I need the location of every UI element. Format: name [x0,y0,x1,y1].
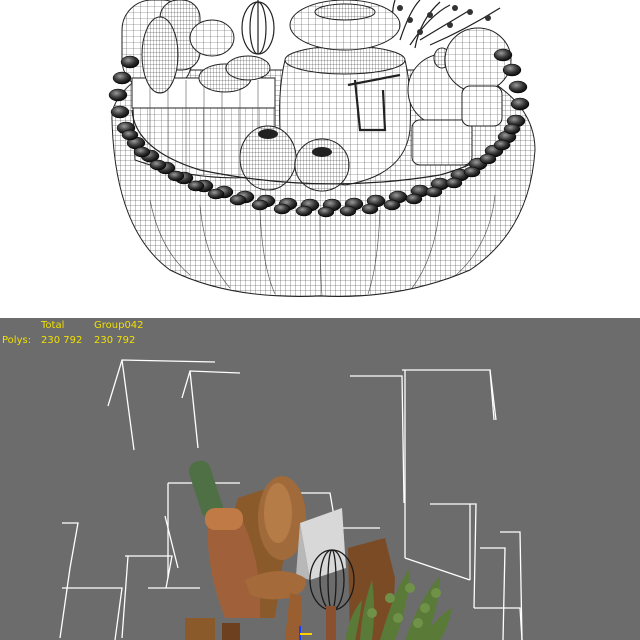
stats-header-total: Total [41,320,65,331]
rolling-pin [188,460,261,618]
stats-label-polys: Polys: [2,335,32,346]
wireframe-basket-image [108,0,536,297]
stats-polys-total: 230 792 [41,335,83,346]
wireframe-render [0,0,640,318]
stats-polys-group: 230 792 [94,335,136,346]
3d-viewport[interactable]: Total Group042 Polys: 230 792 230 792 [0,318,640,640]
screenshot: Total Group042 Polys: 230 792 230 792 [0,0,640,640]
stats-header-group: Group042 [94,320,144,331]
viewport-scene [59,359,523,640]
transform-gizmo-icon [299,626,312,640]
